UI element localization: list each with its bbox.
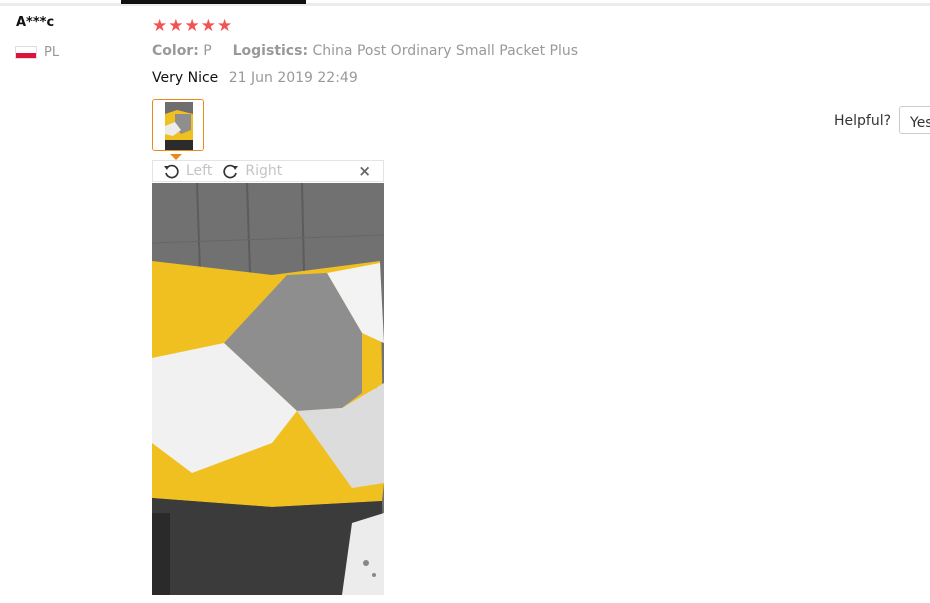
close-icon[interactable]: × bbox=[358, 162, 371, 180]
reviewer-country: PL bbox=[15, 45, 59, 60]
review-photo-thumbnail[interactable] bbox=[152, 99, 204, 151]
rotate-left-label: Left bbox=[186, 163, 213, 179]
active-tab-indicator bbox=[121, 0, 306, 4]
pillow-photo bbox=[152, 183, 384, 595]
star-icon: ★ bbox=[200, 16, 216, 36]
star-icon: ★ bbox=[168, 16, 184, 36]
helpful-yes-button[interactable]: Yes bbox=[899, 106, 930, 134]
poland-flag-icon bbox=[15, 46, 37, 59]
rotate-right-label: Right bbox=[245, 163, 283, 179]
rotate-left-icon bbox=[164, 164, 179, 178]
star-icon: ★ bbox=[217, 16, 233, 36]
reviewer-name: A***c bbox=[16, 15, 55, 30]
review-date: 21 Jun 2019 22:49 bbox=[228, 70, 358, 86]
color-label: Color: bbox=[152, 43, 199, 59]
star-icon: ★ bbox=[152, 16, 168, 36]
image-viewer-toolbar: Left Right × bbox=[152, 160, 384, 182]
logistics-label: Logistics: bbox=[232, 43, 309, 59]
rotate-right-button[interactable]: Right bbox=[222, 163, 282, 180]
review-text: Very Nice bbox=[152, 70, 219, 86]
star-icon: ★ bbox=[184, 16, 200, 36]
country-code: PL bbox=[44, 45, 60, 60]
logistics-value: China Post Ordinary Small Packet Plus bbox=[312, 43, 579, 59]
order-info: Color: P Logistics: China Post Ordinary … bbox=[152, 43, 578, 59]
color-value: P bbox=[203, 43, 212, 59]
thumbnail-image bbox=[153, 100, 203, 150]
helpful-label: Helpful? bbox=[834, 113, 892, 129]
star-rating: ★ ★ ★ ★ ★ bbox=[152, 17, 232, 35]
rotate-left-button[interactable]: Left bbox=[163, 163, 212, 180]
rotate-right-icon bbox=[223, 164, 239, 178]
review-content: Very Nice 21 Jun 2019 22:49 bbox=[152, 70, 358, 86]
review-photo-enlarged bbox=[152, 183, 384, 595]
